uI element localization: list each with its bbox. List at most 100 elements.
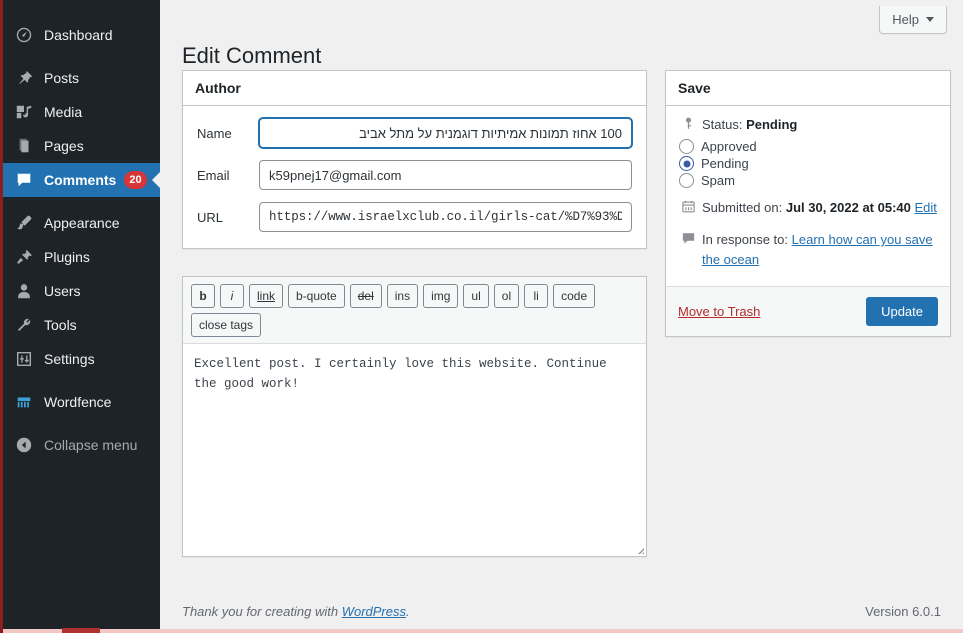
comment-editor-metabox: b i link b-quote del ins img ul ol li co…	[182, 276, 647, 557]
submitted-prefix-label: Submitted on:	[702, 200, 783, 215]
browser-bottom-rail	[0, 629, 963, 633]
page-title: Edit Comment	[182, 42, 322, 68]
save-metabox-body: Status: Pending Approved Pending Spam Su…	[666, 106, 950, 286]
radio-circle-pending[interactable]	[679, 156, 694, 171]
comment-textarea[interactable]: Excellent post. I certainly love this we…	[183, 344, 646, 556]
submitted-value: Jul 30, 2022 at 05:40	[785, 200, 911, 215]
quicktags-toolbar: b i link b-quote del ins img ul ol li co…	[183, 277, 646, 344]
collapse-arrow-icon	[13, 434, 35, 456]
wordpress-link[interactable]: WordPress	[342, 604, 406, 619]
brush-icon	[13, 212, 35, 234]
chevron-down-icon	[926, 17, 934, 22]
save-metabox-title: Save	[666, 71, 950, 106]
submitted-on-row: Submitted on: Jul 30, 2022 at 05:40 Edit	[678, 198, 938, 218]
in-response-to-row: In response to: Learn how can you save t…	[678, 230, 938, 270]
comment-bubble-icon	[678, 230, 698, 246]
active-menu-arrow-icon	[152, 171, 161, 189]
quicktag-del-button[interactable]: del	[349, 284, 382, 308]
quicktag-close-tags-button[interactable]: close tags	[191, 313, 262, 337]
update-button[interactable]: Update	[866, 297, 938, 326]
sidebar-item-posts[interactable]: Posts	[3, 61, 160, 95]
help-button[interactable]: Help	[879, 6, 947, 34]
sidebar-item-appearance[interactable]: Appearance	[3, 206, 160, 240]
sidebar-item-users[interactable]: Users	[3, 274, 160, 308]
quicktag-ul-button[interactable]: ul	[463, 284, 489, 308]
radio-label-pending: Pending	[701, 156, 749, 171]
move-to-trash-link[interactable]: Move to Trash	[678, 304, 760, 319]
status-value: Pending	[746, 117, 798, 132]
author-email-input[interactable]	[259, 160, 632, 190]
author-url-row: URL	[183, 196, 646, 238]
browser-bottom-accent	[62, 628, 100, 633]
quicktag-i-button[interactable]: i	[220, 284, 244, 308]
author-name-input[interactable]	[259, 118, 632, 148]
sliders-icon	[13, 348, 35, 370]
sidebar-item-comments[interactable]: Comments 20	[3, 163, 161, 197]
author-fields: Name Email URL	[183, 106, 646, 248]
sidebar-item-label: Plugins	[44, 249, 90, 265]
author-url-input[interactable]	[259, 202, 632, 232]
response-prefix-label: In response to:	[702, 232, 788, 247]
quicktag-code-button[interactable]: code	[553, 284, 596, 308]
sidebar-item-plugins[interactable]: Plugins	[3, 240, 160, 274]
author-url-label: URL	[197, 209, 224, 225]
calendar-icon	[678, 198, 698, 214]
wrench-icon	[13, 314, 35, 336]
sidebar-item-label: Dashboard	[44, 27, 113, 43]
quicktag-ins-button[interactable]: ins	[386, 284, 419, 308]
user-icon	[13, 280, 35, 302]
admin-sidebar: Dashboard Posts Media Pages Comments 20 …	[3, 0, 161, 633]
submitted-edit-link[interactable]: Edit	[915, 200, 937, 215]
comment-status-row: Status: Pending	[678, 115, 938, 135]
quicktag-li-button[interactable]: li	[524, 284, 549, 308]
pages-icon	[13, 135, 35, 157]
author-metabox: Author Name Email URL	[182, 70, 647, 249]
help-button-label: Help	[892, 12, 919, 27]
radio-label-spam: Spam	[701, 173, 735, 188]
status-radio-spam[interactable]: Spam	[679, 173, 938, 188]
status-radio-pending[interactable]: Pending	[679, 156, 938, 171]
sidebar-item-tools[interactable]: Tools	[3, 308, 160, 342]
footer-thanks-suffix: .	[406, 604, 410, 619]
footer-credit: Thank you for creating with WordPress.	[182, 604, 410, 619]
sidebar-item-label: Comments	[44, 172, 117, 188]
admin-footer: Thank you for creating with WordPress. V…	[160, 604, 963, 619]
author-email-row: Email	[183, 154, 646, 196]
dashboard-icon	[13, 24, 35, 46]
save-metabox: Save Status: Pending Approved Pending Sp…	[665, 70, 951, 337]
wordpress-admin-screen: Dashboard Posts Media Pages Comments 20 …	[0, 0, 963, 633]
sidebar-item-label: Pages	[44, 138, 84, 154]
quicktag-bquote-button[interactable]: b-quote	[288, 284, 345, 308]
sidebar-item-label: Posts	[44, 70, 80, 86]
save-metabox-footer: Move to Trash Update	[666, 286, 950, 336]
author-email-label: Email	[197, 167, 230, 183]
sidebar-item-label: Collapse menu	[44, 437, 138, 453]
radio-circle-spam[interactable]	[679, 173, 694, 188]
sidebar-item-collapse-menu[interactable]: Collapse menu	[3, 428, 160, 462]
author-name-row: Name	[183, 112, 646, 154]
quicktag-img-button[interactable]: img	[423, 284, 459, 308]
quicktag-b-button[interactable]: b	[191, 284, 215, 308]
wordfence-icon	[13, 391, 35, 413]
wordpress-version: Version 6.0.1	[865, 604, 941, 619]
pin-icon	[13, 67, 35, 89]
comments-count-badge: 20	[124, 171, 147, 189]
admin-content: Help Edit Comment Author Name Email URL	[160, 0, 963, 633]
sidebar-item-settings[interactable]: Settings	[3, 342, 160, 376]
author-metabox-title: Author	[183, 71, 646, 106]
browser-left-rail	[0, 0, 3, 633]
sidebar-item-label: Media	[44, 104, 83, 120]
sidebar-item-pages[interactable]: Pages	[3, 129, 160, 163]
quicktag-link-button[interactable]: link	[249, 284, 284, 308]
key-icon	[678, 115, 698, 131]
comment-icon	[13, 169, 35, 191]
sidebar-item-wordfence[interactable]: Wordfence	[3, 385, 160, 419]
sidebar-item-media[interactable]: Media	[3, 95, 160, 129]
radio-circle-approved[interactable]	[679, 139, 694, 154]
status-radio-approved[interactable]: Approved	[679, 139, 938, 154]
status-prefix-label: Status:	[702, 117, 743, 132]
quicktag-ol-button[interactable]: ol	[493, 284, 520, 308]
media-icon	[13, 101, 35, 123]
sidebar-item-dashboard[interactable]: Dashboard	[3, 18, 160, 52]
sidebar-item-label: Users	[44, 283, 81, 299]
